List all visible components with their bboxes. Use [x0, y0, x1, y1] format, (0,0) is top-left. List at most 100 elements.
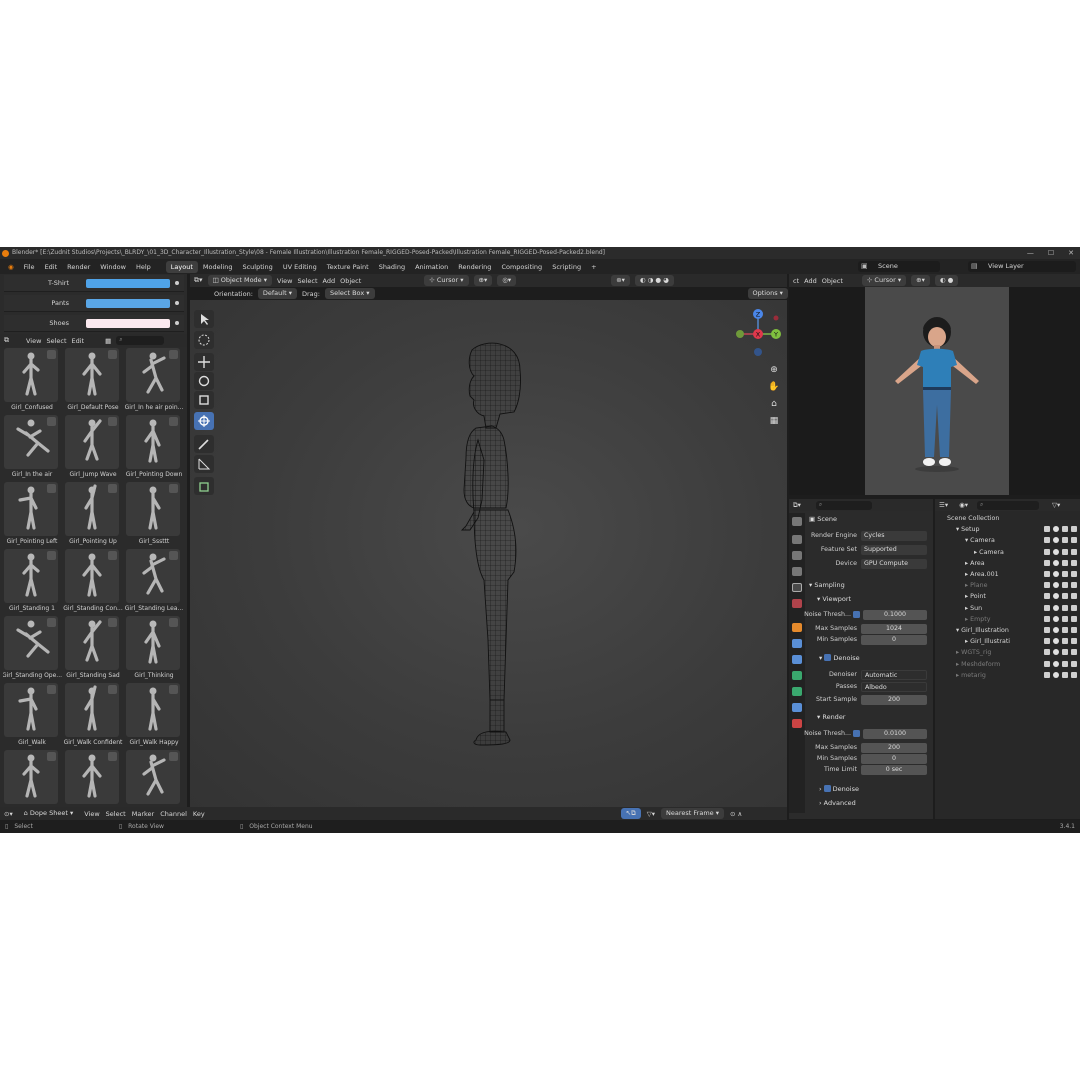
eye-icon[interactable]: [1053, 649, 1059, 656]
dope-filter-icons[interactable]: ↖⧉: [620, 808, 641, 819]
asset-item[interactable]: Girl_Pointing Left: [4, 482, 62, 549]
asset-edit-icon[interactable]: [47, 551, 56, 560]
particles-tab-icon[interactable]: [792, 655, 802, 664]
scene-selector[interactable]: ▣ Scene: [858, 261, 940, 272]
pan-hand-icon[interactable]: ✋: [768, 379, 780, 396]
select-toggle-icon[interactable]: [1044, 604, 1050, 611]
outliner-row[interactable]: ▸ Meshdeform: [935, 659, 1080, 670]
proportional-icon[interactable]: ◎▾: [497, 275, 517, 286]
asset-edit-icon[interactable]: [169, 484, 178, 493]
menu-add[interactable]: Add: [323, 277, 336, 285]
properties-search-input[interactable]: ⌕: [815, 500, 872, 510]
annotate-tool-icon[interactable]: [194, 435, 214, 453]
output-tab-icon[interactable]: [792, 551, 802, 560]
zoom-icon[interactable]: ⊕: [768, 362, 780, 379]
select-tool-icon[interactable]: [194, 310, 214, 328]
viewport-disable-icon[interactable]: [1062, 559, 1068, 566]
tab-shading[interactable]: Shading: [374, 261, 410, 273]
menu-render[interactable]: Render: [62, 263, 95, 271]
render-engine-dropdown[interactable]: Cycles: [861, 531, 927, 541]
dope-menu-channel[interactable]: Channel: [160, 810, 187, 818]
tab-sculpting[interactable]: Sculpting: [237, 261, 277, 273]
rendered-viewport[interactable]: [789, 287, 1080, 495]
viewport-disable-icon[interactable]: [1062, 604, 1068, 611]
render-shading-icon[interactable]: ◐ ●: [934, 275, 959, 286]
snap-icon[interactable]: ⊕▾: [473, 275, 493, 286]
blender-menu-icon[interactable]: ◉: [3, 263, 19, 271]
asset-edit-icon[interactable]: [169, 350, 178, 359]
constraints-tab-icon[interactable]: [792, 687, 802, 696]
menu-view[interactable]: View: [277, 277, 292, 285]
render-menu-object[interactable]: Object: [822, 277, 843, 285]
render-camera-icon[interactable]: [1071, 604, 1077, 611]
asset-menu-view[interactable]: View: [26, 337, 41, 345]
outliner-search-input[interactable]: ⌕: [977, 500, 1040, 510]
asset-item[interactable]: [4, 750, 62, 808]
tab-uv-editing[interactable]: UV Editing: [278, 261, 322, 273]
render-camera-icon[interactable]: [1071, 649, 1077, 656]
select-toggle-icon[interactable]: [1044, 671, 1050, 678]
tab-layout[interactable]: Layout: [165, 260, 198, 273]
outliner-editor-icon[interactable]: ☰▾: [939, 501, 948, 509]
asset-edit-icon[interactable]: [108, 350, 117, 359]
select-toggle-icon[interactable]: [1044, 649, 1050, 656]
asset-item[interactable]: Girl_Standing Sad: [65, 616, 123, 683]
asset-edit-icon[interactable]: [47, 417, 56, 426]
asset-edit-icon[interactable]: [108, 551, 117, 560]
render-menu-ct[interactable]: ct: [793, 277, 799, 285]
minimize-icon[interactable]: —: [1027, 247, 1034, 259]
outliner-row[interactable]: ▸ Camera: [935, 547, 1080, 558]
vp-noise-checkbox[interactable]: [853, 611, 860, 618]
dope-editor-type-icon[interactable]: ⊙▾: [4, 810, 13, 818]
navigation-gizmo[interactable]: Z Y X: [722, 308, 782, 358]
world-tab-icon[interactable]: [792, 599, 802, 608]
outliner-row[interactable]: ▾ Camera: [935, 535, 1080, 546]
eye-icon[interactable]: [1053, 604, 1059, 611]
render-menu-add[interactable]: Add: [804, 277, 817, 285]
tab-texture-paint[interactable]: Texture Paint: [322, 261, 374, 273]
asset-item[interactable]: Girl_Walk Happy: [126, 683, 183, 750]
select-toggle-icon[interactable]: [1044, 615, 1050, 622]
denoiser-dropdown[interactable]: Automatic: [861, 670, 927, 680]
tab-animation[interactable]: Animation: [410, 261, 453, 273]
asset-edit-icon[interactable]: [47, 752, 56, 761]
render-camera-icon[interactable]: [1071, 548, 1077, 555]
time-limit-field[interactable]: 0 sec: [861, 765, 927, 775]
transform-tool-icon[interactable]: [194, 412, 214, 430]
select-toggle-icon[interactable]: [1044, 571, 1050, 577]
scale-tool-icon[interactable]: [194, 391, 214, 409]
tab-rendering[interactable]: Rendering: [453, 261, 496, 273]
asset-item[interactable]: Girl_Thinking: [126, 616, 183, 683]
data-tab-icon[interactable]: [792, 703, 802, 712]
asset-edit-icon[interactable]: [47, 618, 56, 627]
shading-buttons[interactable]: ◐ ◑ ● ◕: [634, 275, 674, 286]
outliner-row[interactable]: ▸ Area.001: [935, 569, 1080, 580]
outliner-row[interactable]: ▸ Area: [935, 558, 1080, 569]
viewport-disable-icon[interactable]: [1062, 649, 1068, 656]
orientation-dropdown[interactable]: Default ▾: [257, 288, 297, 299]
viewport-disable-icon[interactable]: [1062, 615, 1068, 622]
asset-item[interactable]: Girl_In he air poin...: [125, 348, 183, 415]
asset-item[interactable]: Girl_Walk Confident: [64, 683, 123, 750]
eye-icon[interactable]: [1053, 638, 1059, 645]
asset-item[interactable]: Girl_Standing Con...: [63, 549, 123, 616]
select-toggle-icon[interactable]: [1044, 638, 1050, 645]
tab-modeling[interactable]: Modeling: [198, 261, 238, 273]
render-camera-icon[interactable]: [1071, 559, 1077, 566]
vp-denoise-header[interactable]: ▾ Denoise: [819, 652, 939, 664]
outliner-row[interactable]: ▾ Girl_Illustration: [935, 625, 1080, 636]
asset-item[interactable]: Girl_Walk: [4, 683, 62, 750]
vp-noise-field[interactable]: 0.1000: [863, 610, 927, 620]
asset-edit-icon[interactable]: [108, 618, 117, 627]
editor-type-icon[interactable]: ⧉▾: [194, 276, 203, 285]
sampling-panel-header[interactable]: ▾ Sampling: [809, 579, 929, 591]
tool-tab-icon[interactable]: [792, 517, 802, 526]
eye-icon[interactable]: [1053, 671, 1059, 678]
snap-mode-dropdown[interactable]: Nearest Frame ▾: [661, 808, 725, 819]
select-toggle-icon[interactable]: [1044, 559, 1050, 566]
outliner-row[interactable]: ▸ Girl_Illustrati: [935, 636, 1080, 647]
asset-editor-type-icon[interactable]: ⧉: [4, 336, 9, 345]
outliner-row[interactable]: ▸ Empty: [935, 614, 1080, 625]
dope-menu-marker[interactable]: Marker: [132, 810, 154, 818]
scene-tab-icon[interactable]: [792, 583, 802, 592]
